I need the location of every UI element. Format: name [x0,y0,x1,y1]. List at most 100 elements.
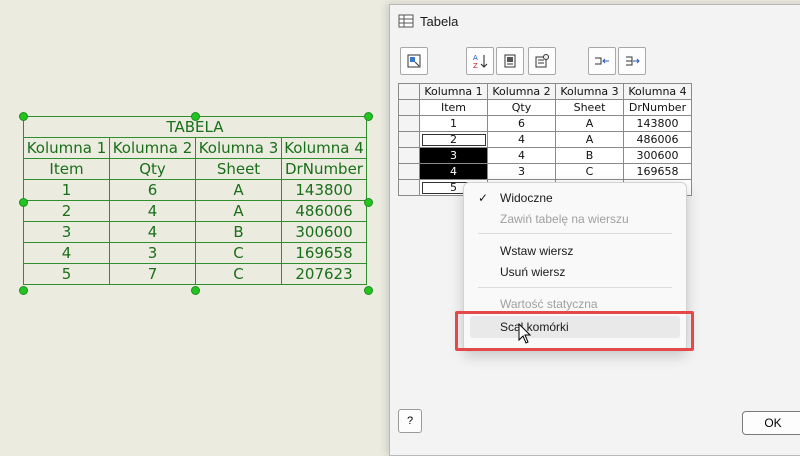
grid-row-header[interactable] [398,147,420,164]
drawing-table-cell: 2 [23,200,110,222]
drawing-table-cell: 4 [109,200,196,222]
selection-grip[interactable] [364,112,373,121]
grid-row-header[interactable] [398,163,420,180]
sort-button[interactable]: A Z [466,47,494,75]
grid-cell[interactable]: 1 [419,115,488,132]
drawing-table-cell: 6 [109,179,196,201]
dialog-toolbar: A Z [400,47,800,75]
menu-separator [478,287,672,288]
grid-cell[interactable]: 169658 [623,163,692,180]
selection-grip[interactable] [19,286,28,295]
selection-grip[interactable] [364,286,373,295]
drawing-table-cell: 1 [23,179,110,201]
drawing-table-cell: A [195,200,282,222]
grid-row-header[interactable] [398,131,420,148]
grid-cell[interactable]: A [555,115,624,132]
grid-cell[interactable]: 2 [419,131,488,148]
grid-cell[interactable]: C [555,163,624,180]
grid-row-header[interactable] [398,99,420,116]
drawing-table-subheader: Qty [109,158,196,180]
grid-cell-selected[interactable]: 3 [419,147,488,164]
grid-cell[interactable]: 486006 [623,131,692,148]
grid-cell[interactable]: 143800 [623,115,692,132]
menu-item-label: Wstaw wiersz [500,244,574,258]
insert-column-left-button[interactable] [588,47,616,75]
selection-grip[interactable] [191,112,200,121]
properties-icon [535,54,549,68]
svg-text:A: A [473,54,478,62]
grid-cell[interactable]: Sheet [555,99,624,116]
dialog-title: Tabela [420,13,459,29]
grid-cell[interactable]: Qty [487,99,556,116]
grid-row-header[interactable] [398,179,420,196]
grid-column-header[interactable]: Kolumna 2 [487,83,556,100]
grid-column-header[interactable]: Kolumna 1 [419,83,488,100]
drawing-table-cell: 4 [23,242,110,264]
grid-cell[interactable]: 4 [487,147,556,164]
drawing-table-header-row: Kolumna 1 Kolumna 2 Kolumna 3 Kolumna 4 [23,137,367,159]
table-icon [398,14,414,28]
drawing-table-cell: 300600 [281,221,367,243]
drawing-table-row: 5 7 C 207623 [23,263,367,285]
grid-column-header[interactable]: Kolumna 4 [623,83,692,100]
properties-button[interactable] [528,47,556,75]
highlight-box [455,311,694,351]
grid-column-header[interactable]: Kolumna 3 [555,83,624,100]
grid-cell[interactable]: B [555,147,624,164]
grid-cell[interactable]: 3 [487,163,556,180]
grid-cell[interactable]: 4 [487,131,556,148]
grid-row-header[interactable] [398,115,420,132]
drawing-table-cell: C [195,242,282,264]
svg-text:Z: Z [473,62,478,70]
drawing-table-row: 2 4 A 486006 [23,200,367,222]
drawing-table-cell: C [195,263,282,285]
grid-cell[interactable]: 6 [487,115,556,132]
table-settings-icon [407,54,421,68]
drawing-table-subheader: Item [23,158,110,180]
selection-grip[interactable] [191,286,200,295]
dialog-titlebar: Tabela [390,5,800,37]
check-icon: ✓ [478,191,489,205]
drawing-table-header: Kolumna 4 [281,137,367,159]
export-icon [504,54,516,68]
menu-separator [478,233,672,234]
export-button[interactable] [496,47,524,75]
drawing-table-header: Kolumna 2 [109,137,196,159]
mouse-cursor-icon [518,323,532,344]
sort-icon: A Z [473,54,488,70]
grid-corner[interactable] [398,83,420,100]
insert-column-left-icon [595,57,609,65]
insert-column-right-icon [626,56,640,66]
drawing-table-cell: 3 [23,221,110,243]
menu-item-wrap-table: Zawiń tabelę na wierszu [464,208,686,230]
selection-grip[interactable] [19,112,28,121]
menu-item-label: Usuń wiersz [500,265,566,279]
selection-grip[interactable] [19,198,28,207]
grid-cell[interactable]: 300600 [623,147,692,164]
menu-item-insert-row[interactable]: Wstaw wiersz [464,240,686,262]
selection-grip[interactable] [364,198,373,207]
drawing-table-subheader-row: Item Qty Sheet DrNumber [23,158,367,180]
drawing-table-header: Kolumna 3 [195,137,282,159]
drawing-table-cell: 4 [109,221,196,243]
ok-button[interactable]: OK [742,411,800,435]
grid-cell-selected[interactable]: 4 [419,163,488,180]
drawing-table-cell: 3 [109,242,196,264]
menu-item-visible[interactable]: ✓ Widoczne [464,187,686,209]
drawing-table-cell: 143800 [281,179,367,201]
drawing-table-subheader: Sheet [195,158,282,180]
table-settings-button[interactable] [400,47,428,75]
menu-item-label: Zawiń tabelę na wierszu [500,212,629,226]
insert-column-right-button[interactable] [618,47,646,75]
grid-cell[interactable]: A [555,131,624,148]
help-button[interactable]: ? [398,409,422,433]
drawing-table-cell: B [195,221,282,243]
grid-cell[interactable]: Item [419,99,488,116]
menu-item-label: Widoczne [500,191,553,205]
menu-item-delete-row[interactable]: Usuń wiersz [464,261,686,283]
menu-item-label: Wartość statyczna [500,297,598,311]
drawing-table[interactable]: TABELA Kolumna 1 Kolumna 2 Kolumna 3 Kol… [23,116,367,285]
drawing-table-header: Kolumna 1 [23,137,110,159]
grid-cell[interactable]: DrNumber [623,99,692,116]
table-grid[interactable]: Kolumna 1 Kolumna 2 Kolumna 3 Kolumna 4 … [398,83,692,196]
